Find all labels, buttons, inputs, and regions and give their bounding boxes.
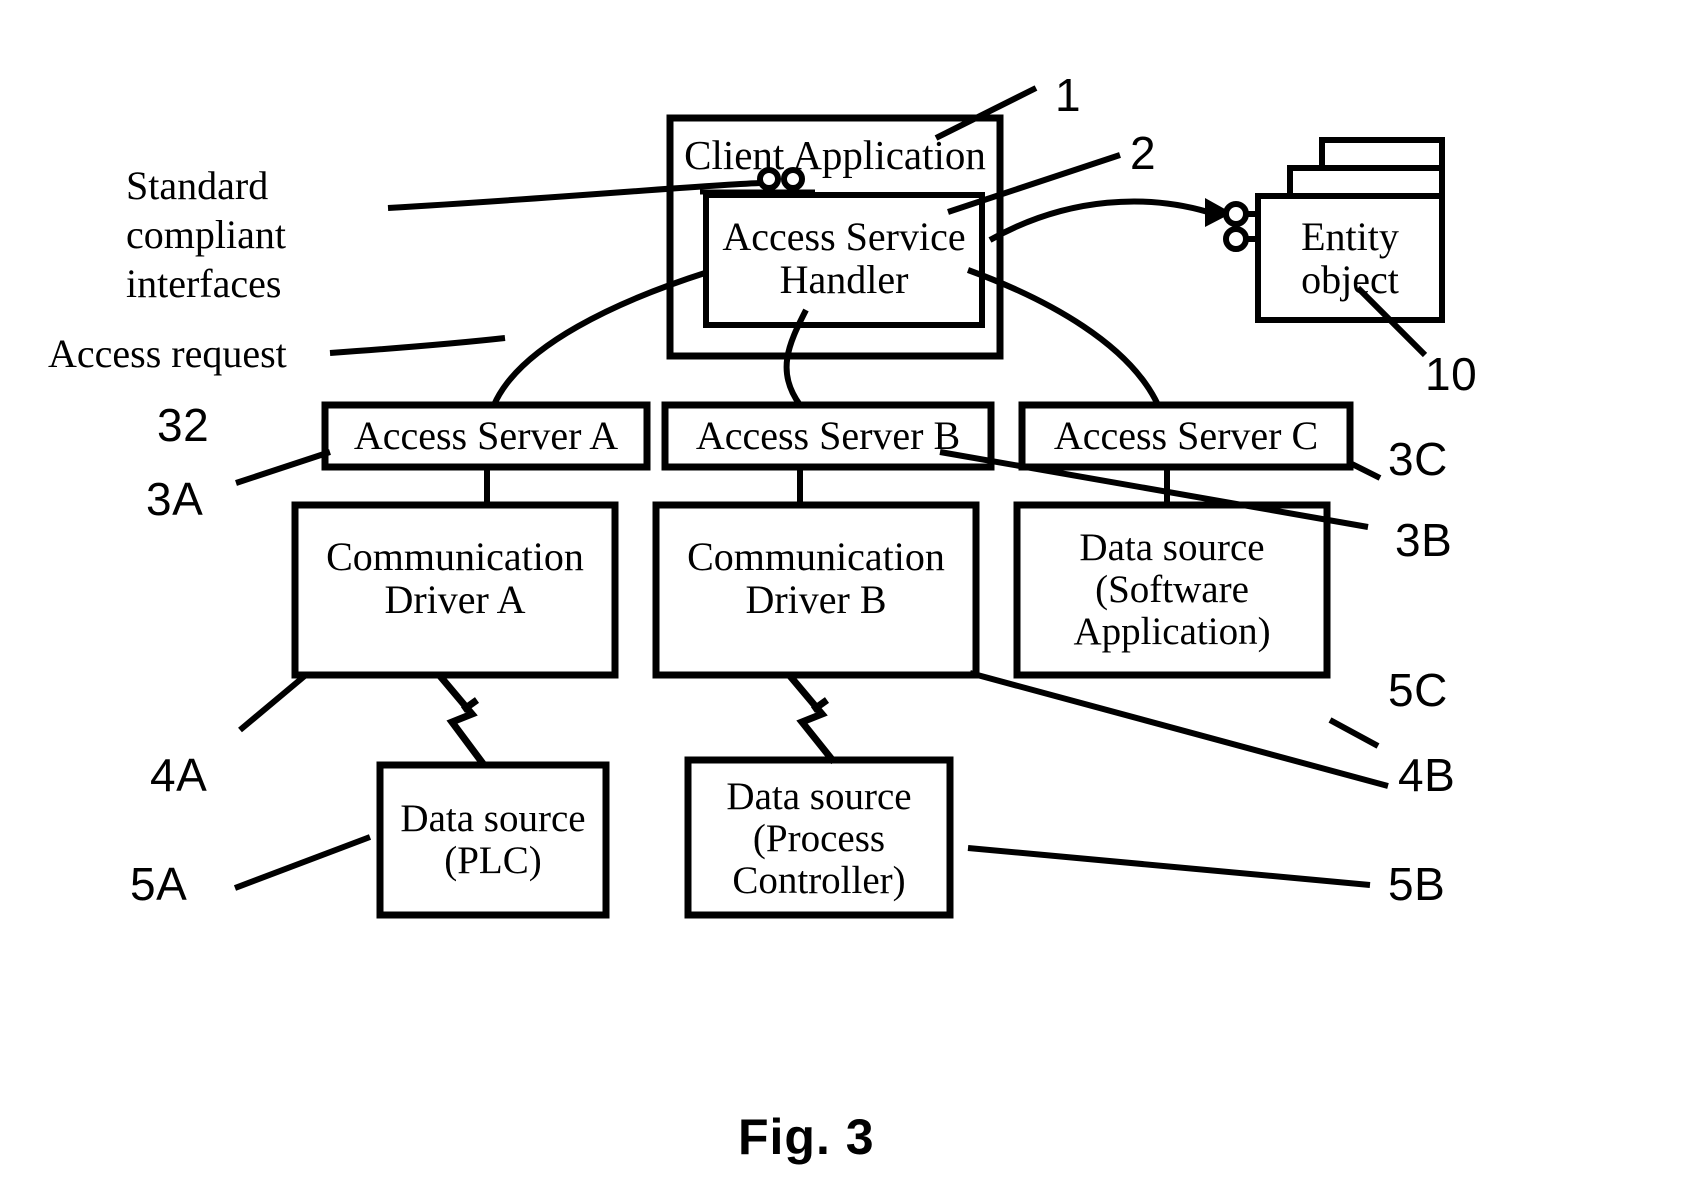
lightning-driver-b-to-process-controller [787,673,837,765]
connector-handler-to-server-a [491,269,709,407]
box-access-server-b [661,401,995,471]
leader-ref-5A [233,834,372,891]
box-outlines [291,114,1445,919]
reference-numeral-5A: 5A [130,858,188,910]
box-data-source-plc [376,761,610,919]
box-data-source-process-controller [684,756,954,919]
patent-figure-3: Client Application Access Service Handle… [0,0,1699,1196]
leader-ref-5C [1328,717,1380,749]
box-communication-driver-b [652,501,980,679]
reference-numeral-3A: 3A [146,473,204,525]
box-client-application [666,114,1004,360]
reference-numeral-3C: 3C [1388,433,1448,485]
leader-ref-5B [967,845,1371,888]
leader-ref-3B [939,449,1369,530]
connector-handler-to-entity [988,198,1209,243]
annotation-standard-compliant-interfaces: Standard compliant interfaces [126,163,286,306]
figure-caption: Fig. 3 [738,1109,875,1165]
entity-lollipop-upper [1223,201,1249,227]
annotation-access-request: Access request [48,331,287,376]
entity-lollipop-lower [1223,226,1249,252]
leader-ref-3A [235,449,331,486]
lightning-driver-a-to-plc [437,673,487,768]
leader-ref-4A [238,671,309,733]
reference-numeral-5C: 5C [1388,664,1448,716]
box-access-service-handler [703,192,985,328]
reference-numeral-1: 1 [1055,69,1082,121]
reference-numeral-2: 2 [1130,127,1157,179]
leader-ref-4B [969,670,1389,789]
box-data-source-software-application [1013,501,1331,679]
lollipop-left [757,167,781,191]
reference-numeral-5B: 5B [1388,858,1446,910]
leader-ref-1 [934,85,1038,141]
reference-numeral-32: 32 [157,399,210,451]
reference-numeral-10: 10 [1425,348,1478,400]
leader-access-request [329,335,506,356]
box-access-server-c [1018,401,1354,471]
lollipop-right [781,167,805,191]
box-communication-driver-a [291,501,619,679]
box-entity-object [1255,193,1445,323]
reference-numeral-4B: 4B [1398,749,1456,801]
reference-numeral-3B: 3B [1395,514,1453,566]
reference-numeral-4A: 4A [150,749,208,801]
box-access-server-a [321,401,651,471]
